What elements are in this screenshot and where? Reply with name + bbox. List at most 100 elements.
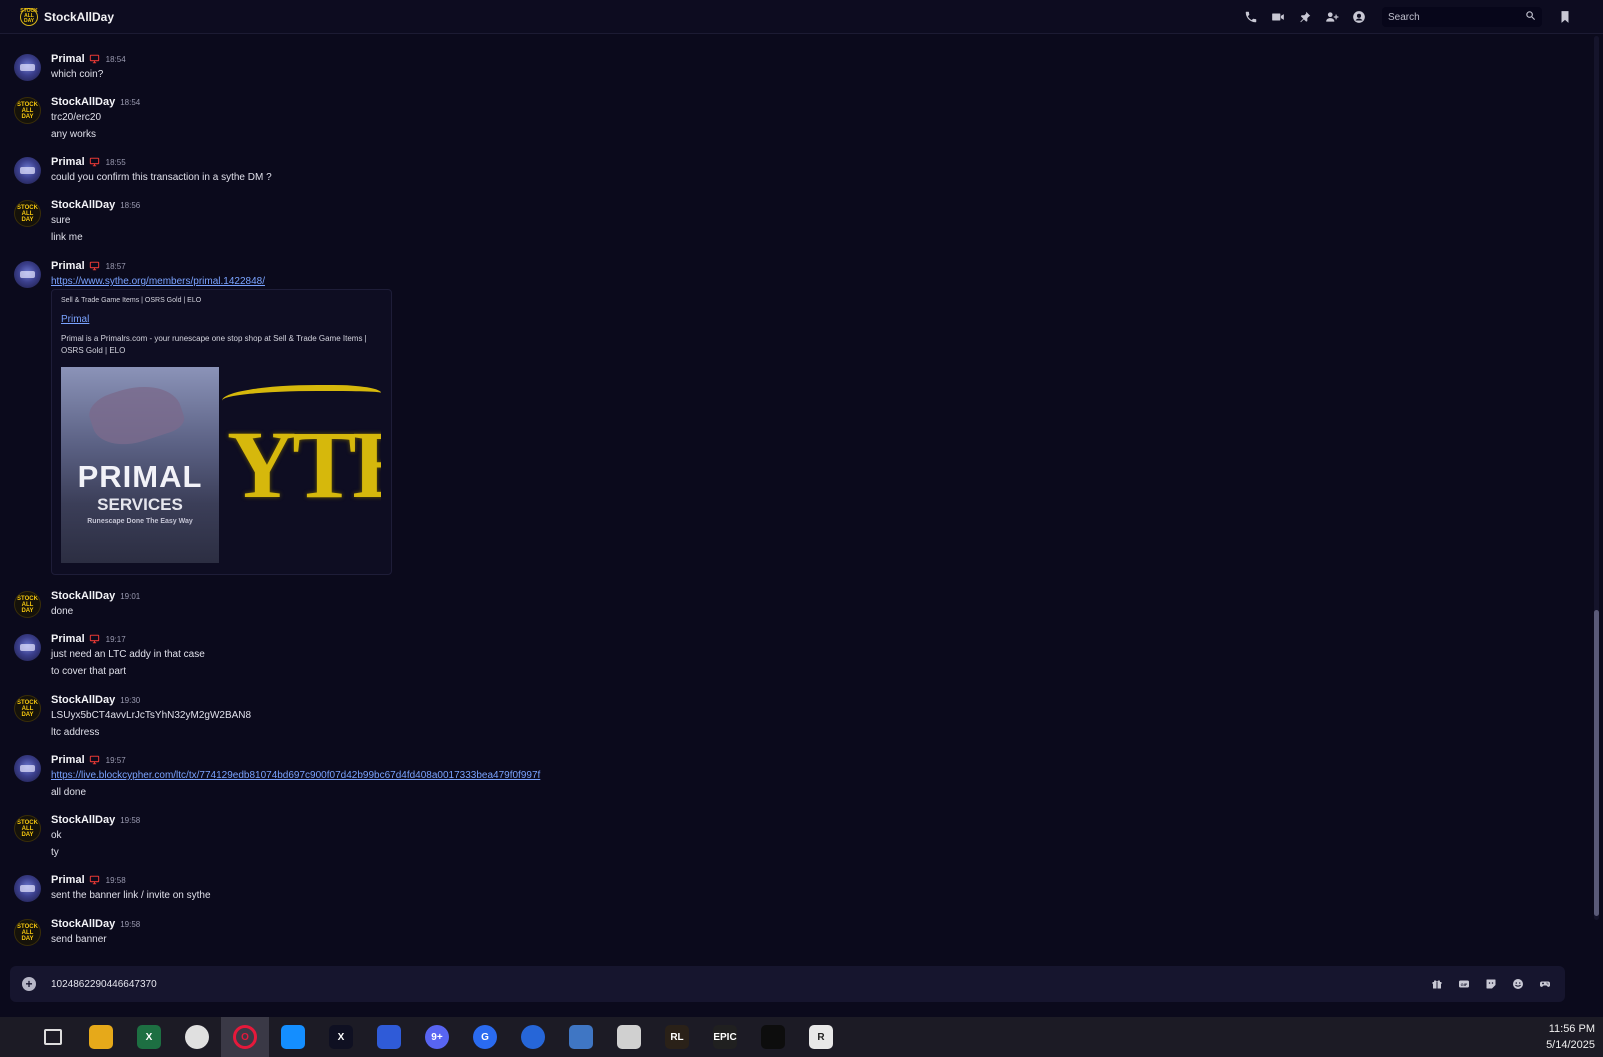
embed-image-sythe[interactable]: YTE: [222, 367, 381, 563]
username[interactable]: Primal: [51, 156, 85, 168]
message-link[interactable]: https://live.blockcypher.com/ltc/tx/7741…: [51, 770, 540, 781]
inbox-icon[interactable]: [1557, 9, 1573, 25]
user-profile-icon[interactable]: [1351, 9, 1367, 25]
channel-avatar[interactable]: STOCK ALL DAY: [20, 7, 38, 26]
username[interactable]: StockAllDay: [51, 694, 115, 706]
avatar[interactable]: [14, 157, 41, 184]
desktop-status-icon: [89, 157, 101, 167]
taskbar-app-file-explorer[interactable]: [77, 1017, 125, 1057]
message-text: sure: [51, 215, 71, 226]
gift-icon[interactable]: [1430, 978, 1443, 991]
taskbar-app-discord[interactable]: 9+: [413, 1017, 461, 1057]
username[interactable]: Primal: [51, 874, 85, 886]
avatar[interactable]: [14, 634, 41, 661]
avatar-label: STOCK ALL DAY: [17, 595, 38, 614]
excel-icon: X: [137, 1025, 161, 1049]
username[interactable]: StockAllDay: [51, 918, 115, 930]
avatar[interactable]: STOCK ALL DAY: [14, 919, 41, 946]
taskbar-app-r-app[interactable]: R: [797, 1017, 845, 1057]
message-input[interactable]: [51, 978, 1151, 990]
gif-icon[interactable]: GIF: [1457, 978, 1470, 991]
desktop-status-icon: [89, 875, 101, 885]
username[interactable]: Primal: [51, 53, 85, 65]
taskbar-app-battle-net[interactable]: [269, 1017, 317, 1057]
taskbar-app-app-blue[interactable]: [365, 1017, 413, 1057]
taskbar-app-chrome[interactable]: [173, 1017, 221, 1057]
sticker-icon[interactable]: [1484, 978, 1497, 991]
channel-name[interactable]: StockAllDay: [44, 10, 114, 24]
taskbar-app-task-view[interactable]: [29, 1017, 77, 1057]
message-scrollbar[interactable]: [1594, 36, 1599, 920]
taskbar-app-remote-desktop[interactable]: [557, 1017, 605, 1057]
embed-title-link[interactable]: Primal: [61, 314, 89, 325]
scrollbar-thumb[interactable]: [1594, 610, 1599, 916]
taskbar-app-app-arrow[interactable]: [509, 1017, 557, 1057]
taskbar-app-runelite[interactable]: RL: [653, 1017, 701, 1057]
os-taskbar: X O X 9+ G RL EPIC R 11:56 PM 5/14/2025: [0, 1017, 1603, 1057]
avatar-label: STOCK ALL DAY: [17, 699, 38, 718]
search-input[interactable]: Search: [1388, 12, 1420, 23]
taskbar-app-excel[interactable]: X: [125, 1017, 173, 1057]
username[interactable]: Primal: [51, 633, 85, 645]
message-text: to cover that part: [51, 666, 127, 677]
message-text: ltc address: [51, 727, 100, 738]
avatar[interactable]: STOCK ALL DAY: [14, 200, 41, 227]
app-blue-icon: [377, 1025, 401, 1049]
avatar-label: STOCK ALL DAY: [17, 923, 38, 942]
pin-icon[interactable]: [1297, 9, 1313, 25]
taskbar-app-app-g[interactable]: G: [461, 1017, 509, 1057]
taskbar-app-epic-games[interactable]: EPIC: [701, 1017, 749, 1057]
clock-time: 11:56 PM: [1548, 1023, 1595, 1035]
clock-date: 5/14/2025: [1546, 1039, 1595, 1051]
timestamp: 18:54: [105, 54, 126, 64]
embed-description: Primal is a Primalrs.com - your runescap…: [61, 334, 367, 355]
avatar[interactable]: STOCK ALL DAY: [14, 815, 41, 842]
app-arrow-icon: [521, 1025, 545, 1049]
username[interactable]: StockAllDay: [51, 814, 115, 826]
message-link[interactable]: https://www.sythe.org/members/primal.142…: [51, 276, 265, 287]
taskbar-app-settings[interactable]: [605, 1017, 653, 1057]
timestamp: 18:54: [120, 97, 141, 107]
timestamp: 19:01: [120, 591, 141, 601]
username[interactable]: StockAllDay: [51, 96, 115, 108]
timestamp: 19:58: [105, 875, 126, 885]
discord-icon: 9+: [425, 1025, 449, 1049]
username[interactable]: Primal: [51, 260, 85, 272]
settings-icon: [617, 1025, 641, 1049]
avatar[interactable]: STOCK ALL DAY: [14, 97, 41, 124]
add-attachment-icon[interactable]: +: [22, 977, 36, 991]
embed-image-primal[interactable]: PRIMAL SERVICES Runescape Done The Easy …: [61, 367, 219, 563]
avatar[interactable]: [14, 875, 41, 902]
game-controller-icon[interactable]: [1538, 978, 1551, 991]
search-box[interactable]: Search: [1382, 7, 1542, 27]
desktop-status-icon: [89, 755, 101, 765]
timestamp: 19:17: [105, 634, 126, 644]
taskbar-app-capcut[interactable]: [749, 1017, 797, 1057]
video-camera-icon[interactable]: [1270, 9, 1286, 25]
embed-image-logo-text: YTE: [227, 411, 381, 518]
message-text: ty: [51, 847, 59, 858]
message-text: could you confirm this transaction in a …: [51, 172, 272, 183]
timestamp: 18:56: [120, 200, 141, 210]
avatar[interactable]: [14, 54, 41, 81]
message-list[interactable]: Primal 18:54 which coin? STOCK ALL DAY S…: [0, 34, 1590, 964]
desktop-status-icon: [89, 261, 101, 271]
embed-image-tagline: Runescape Done The Easy Way: [87, 518, 193, 525]
username[interactable]: StockAllDay: [51, 590, 115, 602]
avatar[interactable]: [14, 755, 41, 782]
r-app-icon: R: [809, 1025, 833, 1049]
emoji-icon[interactable]: [1511, 978, 1524, 991]
username[interactable]: StockAllDay: [51, 199, 115, 211]
taskbar-app-opera-gx[interactable]: O: [221, 1017, 269, 1057]
avatar[interactable]: STOCK ALL DAY: [14, 695, 41, 722]
timestamp: 18:57: [105, 261, 126, 271]
phone-call-icon[interactable]: [1243, 9, 1259, 25]
avatar[interactable]: [14, 261, 41, 288]
avatar[interactable]: STOCK ALL DAY: [14, 591, 41, 618]
taskbar-app-capcut-x[interactable]: X: [317, 1017, 365, 1057]
username[interactable]: Primal: [51, 754, 85, 766]
embed-provider: Sell & Trade Game Items | OSRS Gold | EL…: [61, 297, 202, 304]
add-friend-icon[interactable]: [1324, 9, 1340, 25]
message-text: send banner: [51, 934, 107, 945]
system-clock[interactable]: 11:56 PM 5/14/2025: [1546, 1021, 1595, 1053]
